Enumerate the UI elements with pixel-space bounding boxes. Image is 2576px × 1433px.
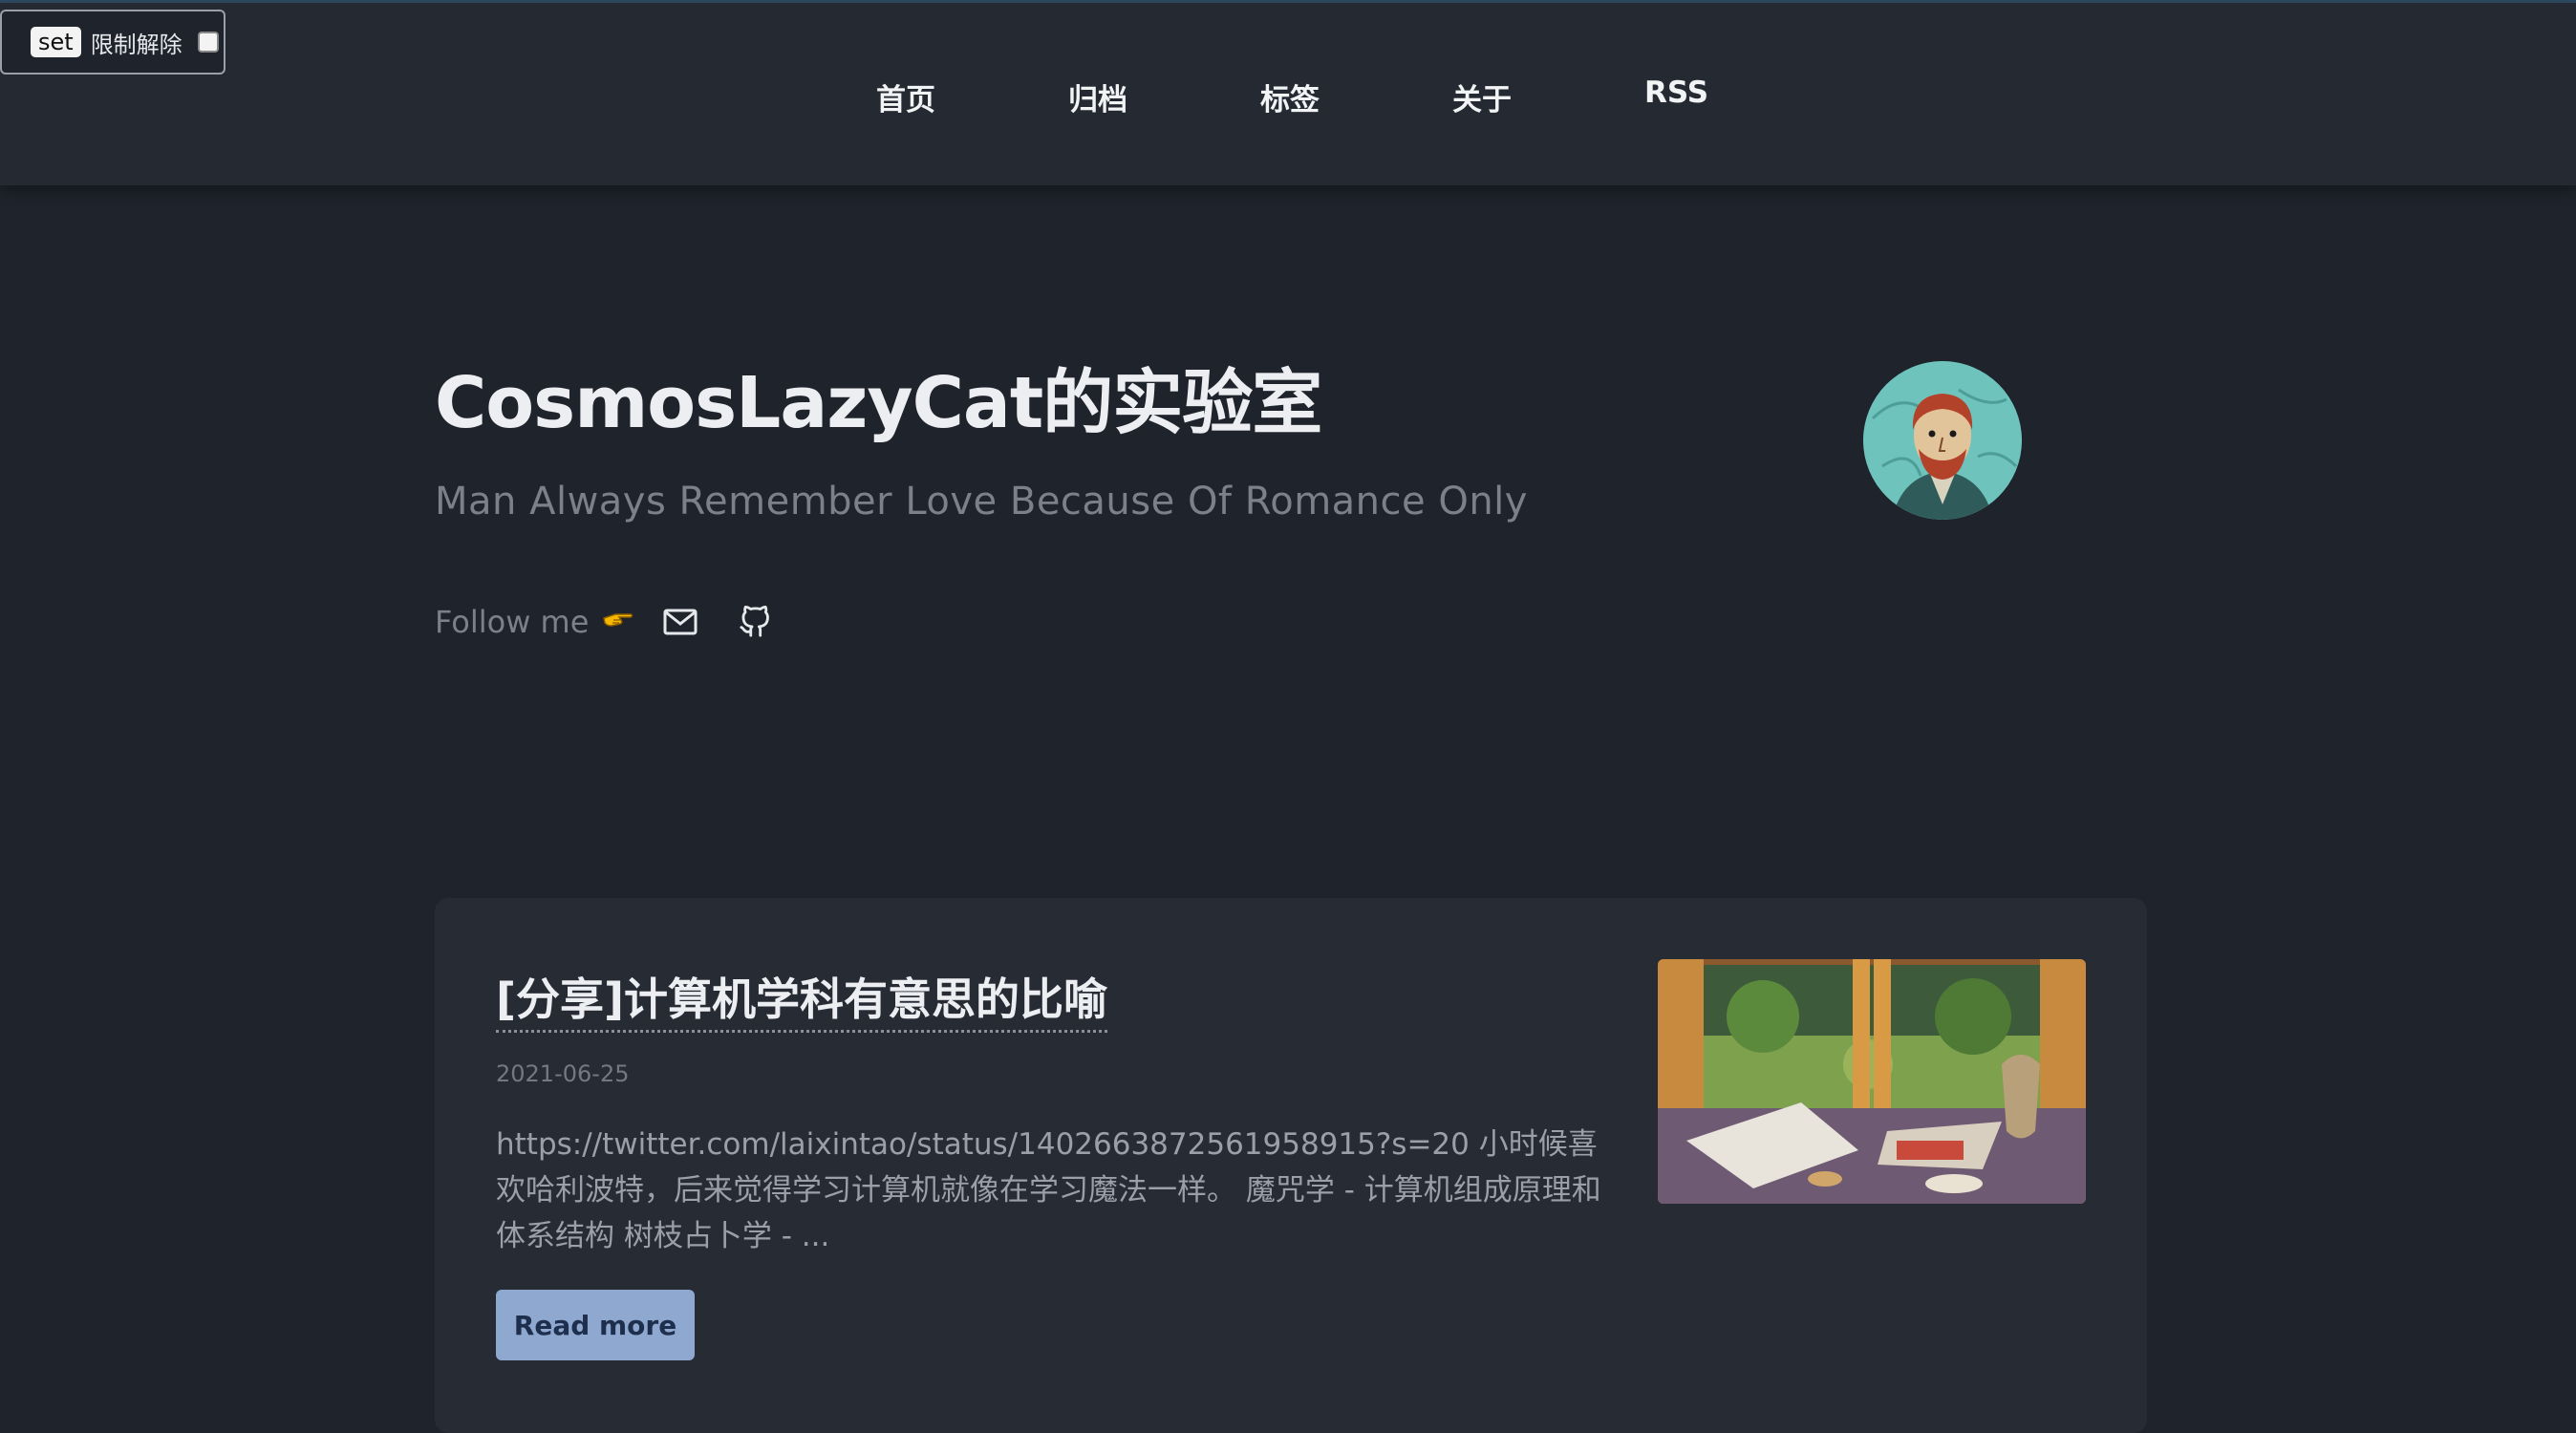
site-title: CosmosLazyCat的实验室 bbox=[435, 362, 1322, 444]
post-date: 2021-06-25 bbox=[496, 1060, 630, 1087]
nav-link-archive[interactable]: 归档 bbox=[1068, 75, 1127, 118]
top-navbar: 首页 归档 标签 关于 RSS bbox=[0, 3, 2576, 185]
restriction-checkbox[interactable] bbox=[197, 32, 219, 53]
github-icon[interactable] bbox=[734, 601, 776, 643]
pointing-hand-icon bbox=[602, 605, 634, 639]
post-cover-image[interactable] bbox=[1658, 959, 2086, 1204]
post-card: [分享]计算机学科有意思的比喻 2021-06-25 https://twitt… bbox=[435, 898, 2147, 1433]
nav-link-rss[interactable]: RSS bbox=[1644, 75, 1708, 110]
restriction-label: 限制解除 bbox=[90, 31, 182, 58]
post-title-link[interactable]: [分享]计算机学科有意思的比喻 bbox=[496, 965, 1108, 1033]
follow-label: Follow me bbox=[435, 604, 590, 640]
post-excerpt: https://twitter.com/laixintao/status/140… bbox=[496, 1127, 1601, 1253]
read-more-button[interactable]: Read more bbox=[496, 1290, 695, 1360]
main-nav: 首页 归档 标签 关于 RSS bbox=[0, 3, 2576, 185]
mail-icon[interactable] bbox=[659, 601, 701, 643]
restriction-toggle-widget: set 限制解除 bbox=[0, 10, 225, 75]
set-tag: set bbox=[31, 27, 81, 57]
site-subtitle: Man Always Remember Love Because Of Roma… bbox=[435, 480, 1528, 524]
nav-link-home[interactable]: 首页 bbox=[876, 75, 935, 118]
nav-link-tags[interactable]: 标签 bbox=[1260, 75, 1320, 118]
avatar bbox=[1863, 361, 2022, 520]
nav-link-about[interactable]: 关于 bbox=[1452, 75, 1512, 118]
follow-row: Follow me bbox=[435, 598, 776, 646]
